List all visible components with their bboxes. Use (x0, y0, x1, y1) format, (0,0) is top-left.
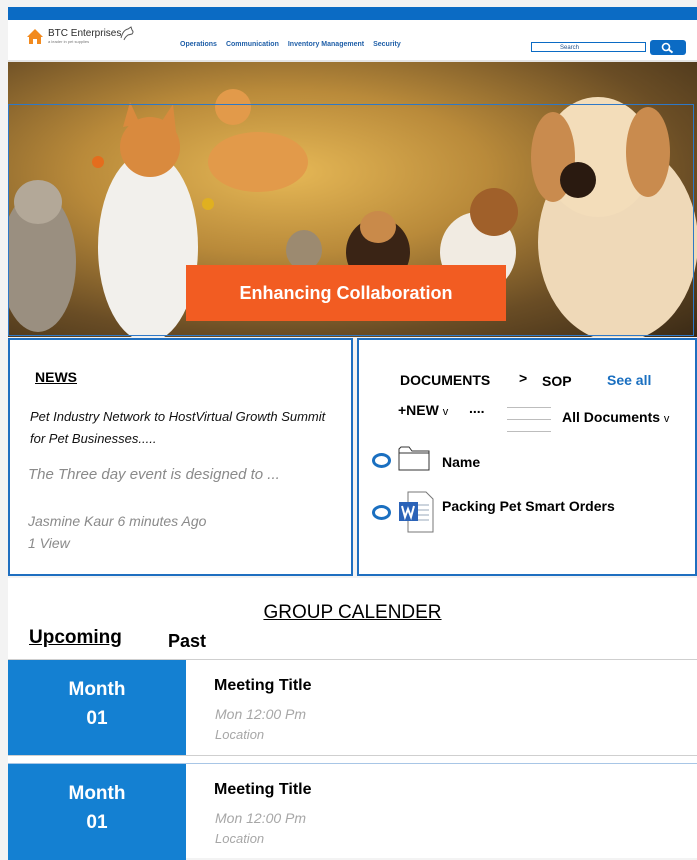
document-name[interactable]: Packing Pet Smart Orders (442, 498, 615, 514)
tab-past[interactable]: Past (168, 631, 206, 652)
see-all-link[interactable]: See all (607, 372, 651, 388)
event-card[interactable]: Month 01 Meeting Title Mon 12:00 Pm Loca… (8, 764, 697, 860)
search-input[interactable]: Search (531, 42, 646, 52)
calendar-title: GROUP CALENDER (263, 602, 442, 623)
event-title[interactable]: Meeting Title (214, 781, 312, 799)
all-documents-dropdown[interactable]: All Documents v (562, 409, 669, 425)
event-card[interactable]: Month 01 Meeting Title Mon 12:00 Pm Loca… (8, 660, 697, 756)
brand-tagline: a leader in pet supplies (48, 39, 90, 44)
documents-panel: DOCUMENTS > SOP See all +NEW v .... All … (357, 338, 697, 576)
dog-outline-icon (120, 25, 134, 40)
row-select-radio[interactable] (372, 453, 391, 468)
event-time: Mon 12:00 Pm (215, 706, 307, 722)
row-select-radio[interactable] (372, 505, 391, 520)
event-time: Mon 12:00 Pm (215, 810, 307, 826)
nav-communication[interactable]: Communication (226, 41, 279, 48)
home-icon (27, 29, 43, 44)
view-caret: v (663, 413, 670, 425)
event-date-block: Month 01 (8, 764, 186, 860)
event-month: Month (68, 783, 126, 804)
event-location: Location (215, 727, 265, 742)
folder-icon (398, 446, 430, 471)
event-date-block: Month 01 (8, 660, 186, 756)
brand-name: BTC Enterprises (48, 28, 122, 39)
news-summary: The Three day event is designed to ... (28, 466, 280, 483)
news-title[interactable]: NEWS (35, 369, 77, 385)
brand-logo[interactable]: BTC Enterprises a leader in pet supplies (26, 25, 135, 45)
nav-security[interactable]: Security (373, 41, 401, 48)
nav-inventory-management[interactable]: Inventory Management (288, 41, 364, 48)
breadcrumb-separator: > (519, 370, 528, 386)
event-month: Month (68, 679, 126, 700)
news-views: 1 View (28, 535, 70, 551)
news-panel: NEWS Pet Industry Network to HostVirtual… (8, 338, 353, 576)
new-label: +NEW (398, 402, 439, 418)
view-label: All Documents (562, 409, 661, 425)
news-meta: Jasmine Kaur 6 minutes Ago 1 View (28, 510, 206, 554)
new-button[interactable]: +NEW v (398, 402, 448, 418)
main-nav: Operations Communication Inventory Manag… (180, 41, 401, 48)
news-author-time: Jasmine Kaur 6 minutes Ago (28, 513, 207, 529)
event-location: Location (215, 831, 265, 846)
hero-banner[interactable]: Enhancing Collaboration (186, 265, 506, 321)
group-calendar: GROUP CALENDER Upcoming Past Month 01 Me… (8, 578, 697, 860)
news-headline[interactable]: Pet Industry Network to HostVirtual Grow… (30, 406, 330, 450)
view-lines-icon (507, 407, 551, 435)
word-doc-icon (399, 491, 434, 533)
more-options-button[interactable]: .... (469, 400, 485, 416)
nav-operations[interactable]: Operations (180, 41, 217, 48)
site-header: BTC Enterprises a leader in pet supplies… (8, 20, 697, 60)
top-accent-bar (8, 7, 697, 20)
event-day: 01 (86, 708, 108, 729)
search-button[interactable] (650, 40, 686, 55)
calendar-divider (8, 755, 697, 756)
documents-title[interactable]: DOCUMENTS (400, 372, 490, 388)
search-icon (661, 42, 674, 53)
event-day: 01 (86, 812, 108, 833)
event-title[interactable]: Meeting Title (214, 677, 312, 695)
new-caret: v (442, 406, 449, 418)
breadcrumb-sop[interactable]: SOP (542, 373, 572, 389)
tab-upcoming[interactable]: Upcoming (29, 627, 122, 649)
document-name[interactable]: Name (442, 454, 480, 470)
